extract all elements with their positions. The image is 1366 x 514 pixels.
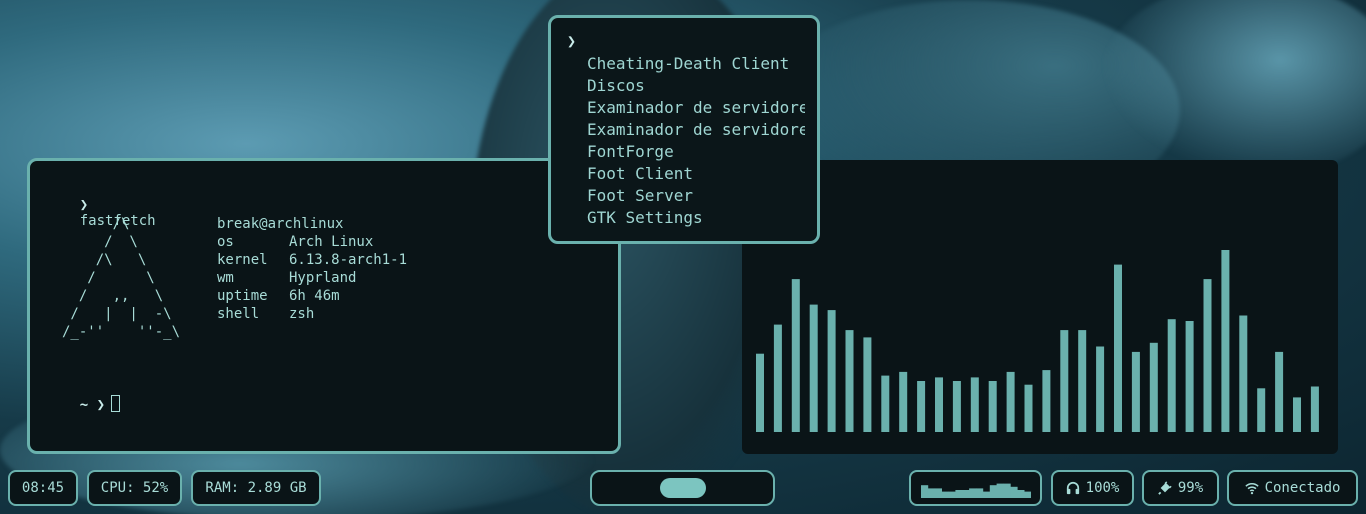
- wifi-icon: [1244, 481, 1259, 495]
- visualizer-bar: [899, 371, 908, 432]
- launcher-item[interactable]: Cheating-Death Client: [587, 53, 805, 75]
- plug-icon: [1158, 481, 1172, 495]
- visualizer-bar: [1203, 279, 1212, 432]
- volume-text: 100%: [1085, 480, 1120, 496]
- visualizer-bar: [1239, 315, 1248, 432]
- visualizer-bar: [1221, 250, 1230, 432]
- visualizer-bar: [1042, 370, 1051, 432]
- mini-graph-bar: [1009, 486, 1018, 498]
- launcher-list[interactable]: Cheating-Death Client Discos Examinador …: [587, 53, 805, 229]
- mini-graph-bar: [948, 491, 956, 498]
- visualizer-bar: [952, 381, 961, 432]
- clock-widget[interactable]: 08:45: [8, 470, 78, 506]
- mini-graph-bar: [934, 488, 942, 498]
- network-text: Conectado: [1264, 480, 1341, 496]
- visualizer-bar: [1078, 330, 1087, 432]
- mini-graph-bar: [1023, 491, 1031, 498]
- visualizer-bar: [1096, 346, 1105, 432]
- cpu-text: CPU: 52%: [100, 480, 169, 496]
- visualizer-bar: [863, 337, 872, 432]
- mini-graph-bar: [927, 488, 935, 498]
- mini-graph-bar: [920, 485, 928, 498]
- visualizer-bar: [1257, 388, 1266, 432]
- mini-visualizer-widget: [909, 470, 1042, 506]
- mini-graph-bar: [954, 490, 963, 498]
- mini-graph-bar: [1016, 490, 1024, 498]
- input-line[interactable]: ~ ❯: [46, 379, 121, 429]
- visualizer-bar: [1185, 321, 1194, 432]
- battery-text: 99%: [1177, 480, 1204, 496]
- visualizer-bar: [827, 310, 836, 432]
- user-host: break@archlinux: [217, 216, 344, 232]
- mini-graph-bar: [975, 488, 983, 498]
- visualizer-bars: [756, 250, 1319, 432]
- mini-graph-bar: [968, 488, 976, 498]
- visualizer-bar: [881, 375, 890, 432]
- visualizer-bar: [1149, 342, 1158, 432]
- visualizer-bar: [773, 324, 782, 432]
- visualizer-bar: [845, 330, 854, 432]
- launcher-item[interactable]: Foot Client: [587, 163, 805, 185]
- visualizer-bar: [988, 381, 997, 432]
- launcher-item[interactable]: Examinador de servidores: [587, 119, 805, 141]
- prompt-arrow: ❯: [79, 197, 89, 213]
- launcher-item[interactable]: Examinador de servidores: [587, 97, 805, 119]
- audio-visualizer: [742, 160, 1338, 454]
- terminal-window[interactable]: ❯ fastfetch /\ / \ /\ \ / \ / ,, \ / | |…: [27, 158, 621, 454]
- visualizer-bar: [1293, 397, 1301, 432]
- mini-graph-bar: [1003, 483, 1011, 498]
- info-row-kernel: kernel 6.13.8-arch1-1: [217, 252, 408, 268]
- active-workspace[interactable]: [659, 478, 706, 498]
- battery-widget[interactable]: 99%: [1142, 470, 1219, 506]
- info-row-os: os Arch Linux: [217, 234, 374, 250]
- info-row-uptime: uptime 6h 46m: [217, 288, 340, 304]
- prompt-path: ~ ❯: [79, 397, 106, 413]
- mini-graph-bar: [941, 491, 949, 498]
- system-info: break@archlinux os Arch Linux kernel 6.13.…: [217, 215, 407, 323]
- mini-graph-bar: [996, 483, 1004, 498]
- launcher-item[interactable]: GTK Settings: [587, 207, 805, 229]
- launcher-search-prompt[interactable]: ❯: [567, 32, 576, 50]
- launcher-item[interactable]: FontForge: [587, 141, 805, 163]
- visualizer-bar: [1024, 384, 1033, 432]
- visualizer-bar: [935, 377, 943, 432]
- arch-logo-ascii: /\ / \ /\ \ / \ / ,, \ / | | -\ /_-'' ''…: [62, 216, 181, 340]
- mini-visualizer-graph: [920, 483, 1031, 498]
- visualizer-bar: [1114, 264, 1122, 432]
- workspace-switcher[interactable]: [590, 470, 775, 506]
- visualizer-bar: [1060, 330, 1069, 432]
- visualizer-bar: [1310, 386, 1319, 432]
- app-launcher[interactable]: ❯ Cheating-Death Client Discos Examinado…: [548, 15, 820, 244]
- visualizer-bar: [970, 377, 979, 432]
- visualizer-bar: [917, 381, 926, 432]
- visualizer-bar: [1131, 351, 1140, 432]
- clock-text: 08:45: [21, 480, 65, 496]
- mini-graph-bar: [989, 485, 997, 498]
- mini-graph-bar: [982, 491, 990, 498]
- cpu-widget[interactable]: CPU: 52%: [87, 470, 182, 506]
- volume-widget[interactable]: 100%: [1051, 470, 1134, 506]
- launcher-item[interactable]: Foot Server: [587, 185, 805, 207]
- text-cursor: [111, 395, 121, 412]
- visualizer-bar: [1275, 351, 1284, 432]
- headphones-icon: [1066, 481, 1080, 495]
- info-row-shell: shell zsh: [217, 306, 315, 322]
- visualizer-bar: [791, 279, 800, 432]
- visualizer-bar: [809, 304, 818, 432]
- mini-graph-bar: [961, 490, 969, 498]
- network-widget[interactable]: Conectado: [1227, 470, 1358, 506]
- visualizer-bar: [756, 353, 764, 432]
- info-row-wm: wm Hyprland: [217, 270, 357, 286]
- ram-text: RAM: 2.89 GB: [205, 480, 307, 496]
- launcher-item[interactable]: Discos: [587, 75, 805, 97]
- visualizer-bar: [1006, 371, 1015, 432]
- ram-widget[interactable]: RAM: 2.89 GB: [191, 470, 321, 506]
- visualizer-bar: [1167, 319, 1176, 432]
